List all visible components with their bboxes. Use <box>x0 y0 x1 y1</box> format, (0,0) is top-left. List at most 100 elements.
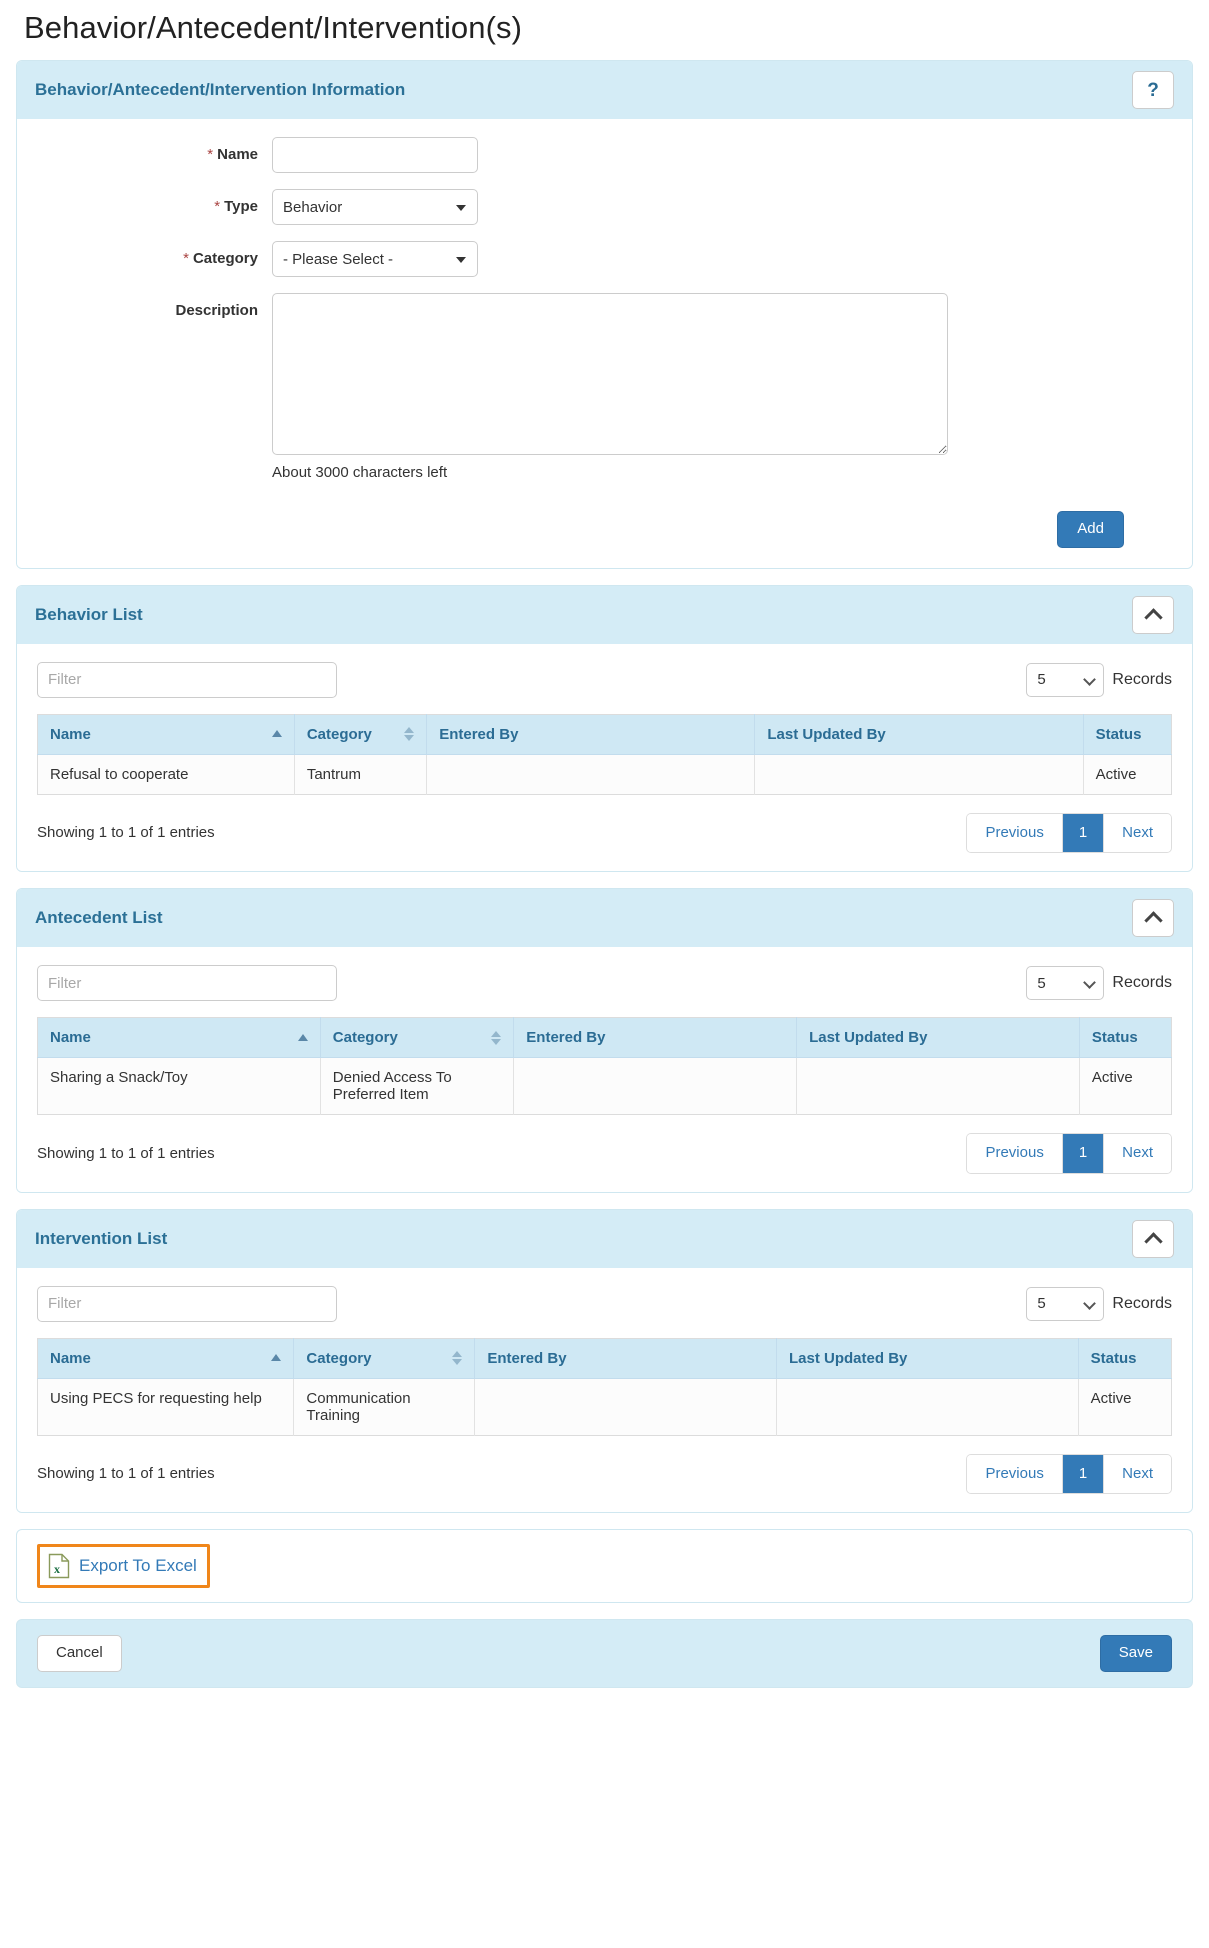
type-select[interactable]: BehaviorAntecedentIntervention <box>272 189 478 225</box>
intervention-column-header-entered-by[interactable]: Entered By <box>474 1338 778 1379</box>
antecedent-column-header-last-updated-by[interactable]: Last Updated By <box>796 1017 1080 1058</box>
export-to-excel-button[interactable]: x Export To Excel <box>37 1544 210 1588</box>
information-panel-header: Behavior/Antecedent/Intervention Informa… <box>17 61 1192 119</box>
information-panel-title: Behavior/Antecedent/Intervention Informa… <box>35 80 406 99</box>
behavior-list-topbar: 5102550100 Records <box>37 661 1172 698</box>
intervention-records-select-wrap: 5102550100 <box>1026 1286 1105 1321</box>
behavior-pagination-next[interactable]: Next <box>1104 813 1171 852</box>
intervention-pagination-page-1[interactable]: 1 <box>1062 1454 1105 1493</box>
type-control: BehaviorAntecedentIntervention <box>272 189 1172 225</box>
intervention-list-topbar: 5102550100 Records <box>37 1285 1172 1322</box>
export-to-excel-label: Export To Excel <box>79 1556 197 1575</box>
behavior-entries-info: Showing 1 to 1 of 1 entries <box>37 824 215 842</box>
antecedent-table-head: Name Category Entered By Last Updated By Sta… <box>37 1017 1172 1058</box>
behavior-column-header-name[interactable]: Name <box>37 714 295 755</box>
characters-left-hint: About 3000 characters left <box>272 464 448 481</box>
behavior-column-header-last-updated-by[interactable]: Last Updated By <box>754 714 1084 755</box>
behavior-pagination-page-1[interactable]: 1 <box>1062 813 1105 852</box>
intervention-filter-input[interactable] <box>37 1285 337 1322</box>
intervention-records-select[interactable]: 5102550100 <box>1026 1286 1105 1321</box>
description-textarea[interactable] <box>272 293 948 455</box>
cancel-button[interactable]: Cancel <box>37 1635 122 1672</box>
cell-name: Sharing a Snack/Toy <box>37 1057 321 1115</box>
antecedent-pagination-previous[interactable]: Previous <box>967 1134 1063 1173</box>
add-button[interactable]: Add <box>1057 511 1124 548</box>
behavior-filter-input[interactable] <box>37 661 337 698</box>
name-control <box>272 137 1172 173</box>
intervention-records-label: Records <box>1112 1294 1172 1312</box>
antecedent-list-footer: Showing 1 to 1 of 1 entries Previous 1 N… <box>37 1115 1172 1178</box>
type-label-text: Type <box>224 198 258 215</box>
behavior-column-header-category[interactable]: Category <box>294 714 428 755</box>
question-mark-icon[interactable]: ? <box>1132 71 1174 109</box>
behavior-records-select-wrap: 5102550100 <box>1026 662 1105 697</box>
intervention-column-header-category[interactable]: Category <box>293 1338 476 1379</box>
intervention-table: Name Category Entered By Last Updated By Sta… <box>37 1337 1172 1436</box>
behavior-table-body: Refusal to cooperate Tantrum Active <box>37 754 1172 794</box>
intervention-pagination-previous[interactable]: Previous <box>967 1454 1063 1493</box>
intervention-column-header-status[interactable]: Status <box>1078 1338 1172 1379</box>
intervention-table-head: Name Category Entered By Last Updated By Sta… <box>37 1338 1172 1379</box>
behavior-records-label: Records <box>1112 670 1172 688</box>
antecedent-pagination-page-1[interactable]: 1 <box>1062 1134 1105 1173</box>
antecedent-list-header: Antecedent List <box>17 889 1192 947</box>
table-row[interactable]: Sharing a Snack/Toy Denied Access To Pref… <box>37 1057 1172 1115</box>
intervention-table-body: Using PECS for requesting help Communicat… <box>37 1378 1172 1435</box>
behavior-column-header-status[interactable]: Status <box>1083 714 1172 755</box>
intervention-column-header-last-updated-by[interactable]: Last Updated By <box>776 1338 1079 1379</box>
intervention-list-body: 5102550100 Records NameCategoryEntered B… <box>17 1267 1192 1512</box>
table-row[interactable]: Using PECS for requesting help Communicat… <box>37 1378 1172 1435</box>
cell-name: Refusal to cooperate <box>37 754 295 794</box>
chevron-up-icon[interactable] <box>1132 1219 1174 1258</box>
behavior-pagination-previous[interactable]: Previous <box>967 813 1063 852</box>
cell-entered-by <box>513 1057 798 1115</box>
antecedent-column-header-status[interactable]: Status <box>1079 1017 1172 1058</box>
chevron-up-icon[interactable] <box>1132 595 1174 634</box>
behavior-column-header-entered-by[interactable]: Entered By <box>426 714 756 755</box>
intervention-pagination-next[interactable]: Next <box>1104 1454 1171 1493</box>
cell-status: Active <box>1078 1378 1172 1435</box>
antecedent-records-label: Records <box>1112 974 1172 991</box>
behavior-list-panel: Behavior List 5102550100 Records NameCat… <box>16 584 1193 872</box>
behavior-list-header: Behavior List <box>17 585 1192 644</box>
cell-category: Communication Training <box>293 1378 476 1435</box>
category-select[interactable]: - Please Select - <box>272 241 478 277</box>
behavior-records-select[interactable]: 5102550100 <box>1026 662 1105 697</box>
chevron-up-icon[interactable] <box>1132 899 1174 937</box>
name-label-text: Name <box>217 146 258 163</box>
sort-ascending-icon <box>271 1354 282 1361</box>
type-label: * Type <box>37 189 272 215</box>
behavior-pagination: Previous 1 Next <box>966 812 1172 853</box>
table-row[interactable]: Refusal to cooperate Tantrum Active <box>37 754 1172 794</box>
antecedent-list-panel: Antecedent List 5102550100 Records NameC… <box>16 888 1193 1193</box>
intervention-column-header-name[interactable]: Name <box>37 1338 295 1379</box>
antecedent-entries-info: Showing 1 to 1 of 1 entries <box>37 1144 215 1162</box>
name-input[interactable] <box>272 137 478 173</box>
type-select-wrap: BehaviorAntecedentIntervention <box>272 189 478 225</box>
intervention-list-title: Intervention List <box>35 1228 168 1248</box>
antecedent-filter-input[interactable] <box>37 965 337 1001</box>
category-label-text: Category <box>192 250 258 267</box>
save-button[interactable]: Save <box>1099 1635 1172 1672</box>
antecedent-records-select[interactable]: 5102550100 <box>1026 966 1105 1000</box>
form-footer-bar: Cancel Save <box>16 1619 1193 1688</box>
cell-last-updated-by <box>754 754 1084 794</box>
cell-last-updated-by <box>776 1378 1079 1435</box>
sort-ascending-icon <box>297 1033 308 1041</box>
behavior-table-header-row: Name Category Entered By Last Updated By Sta… <box>37 714 1172 755</box>
antecedent-table-header-row: Name Category Entered By Last Updated By Sta… <box>37 1017 1172 1058</box>
antecedent-column-header-category[interactable]: Category <box>320 1017 515 1058</box>
excel-file-icon: x <box>48 1553 70 1579</box>
antecedent-pagination-next[interactable]: Next <box>1104 1134 1171 1173</box>
intervention-list-header: Intervention List <box>17 1209 1192 1268</box>
antecedent-column-header-entered-by[interactable]: Entered By <box>513 1017 798 1058</box>
field-row-type: *Type BehaviorAntecedentIntervention <box>37 189 1172 225</box>
behavior-list-body: 5102550100 Records NameCategoryEntered B… <box>17 643 1192 871</box>
svg-text:x: x <box>54 1562 60 1576</box>
antecedent-column-header-name[interactable]: Name <box>37 1017 321 1058</box>
behavior-table-head: Name Category Entered By Last Updated By Sta… <box>37 714 1172 755</box>
cell-category: Tantrum <box>294 754 428 794</box>
behavior-records-wrap: 5102550100 Records <box>1026 662 1172 697</box>
cell-entered-by <box>474 1378 778 1435</box>
intervention-list-panel: Intervention List 5102550100 Records Nam… <box>16 1208 1193 1513</box>
